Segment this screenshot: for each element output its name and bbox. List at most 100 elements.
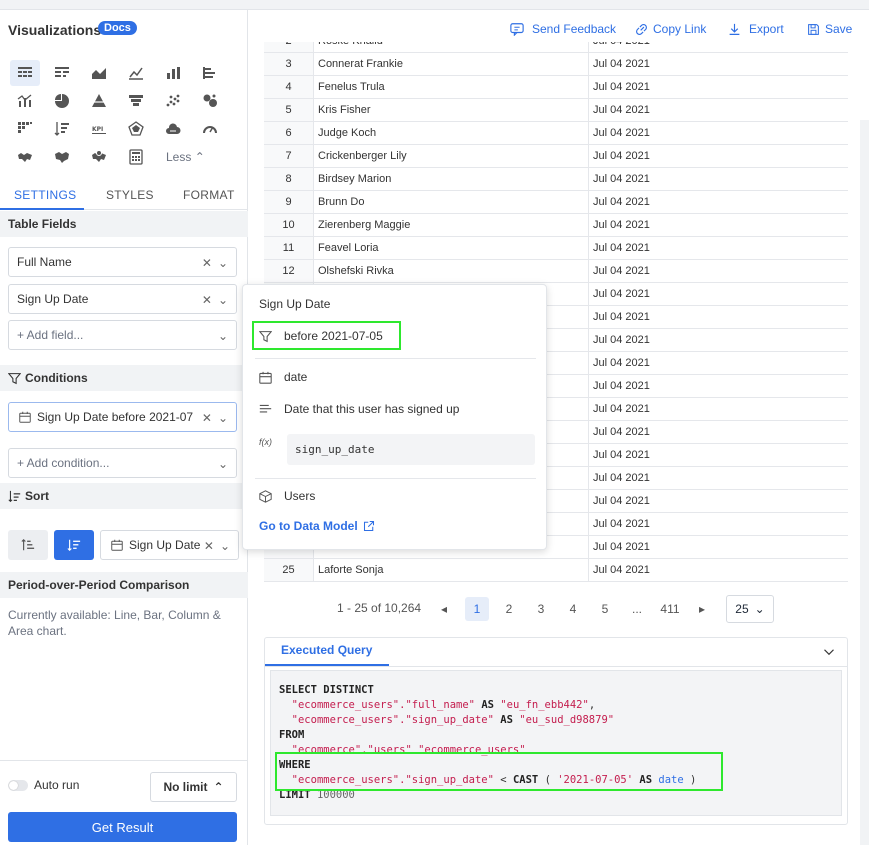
pivot-table-viz-icon[interactable] (10, 116, 40, 142)
popover-description-row: Date that this user has signed up (259, 402, 459, 416)
pop-comparison-note: Currently available: Line, Bar, Column &… (8, 608, 221, 638)
close-icon[interactable]: ✕ (202, 293, 212, 307)
function-icon: f(x) (259, 437, 272, 447)
close-icon[interactable]: ✕ (202, 256, 212, 270)
sort-descending-icon (67, 539, 81, 552)
geo-map-viz-icon[interactable] (47, 144, 77, 170)
row-number: 8 (264, 168, 314, 190)
chevron-down-icon[interactable]: ⌄ (218, 411, 228, 425)
less-label: Less (166, 150, 192, 164)
chevron-down-icon[interactable]: ⌄ (218, 329, 228, 343)
word-cloud-viz-icon[interactable] (158, 116, 188, 142)
save-label: Save (825, 22, 853, 36)
scrollbar[interactable] (860, 120, 869, 845)
pivot-viz-icon[interactable] (47, 60, 77, 86)
full-name-cell: Judge Koch (318, 127, 377, 139)
column-chart-viz-icon[interactable] (158, 60, 188, 86)
field-full-name[interactable]: Full Name ✕ ⌄ (8, 247, 237, 277)
sort-list-viz-icon[interactable] (47, 116, 77, 142)
sign-up-date-cell: Jul 04 2021 (588, 490, 848, 512)
sign-up-date-cell: Jul 04 2021 (588, 99, 848, 121)
sort-ascending-icon (21, 538, 35, 551)
row-number: 9 (264, 191, 314, 213)
conditions-header: Conditions (0, 365, 248, 391)
chevron-down-icon[interactable]: ⌄ (218, 457, 228, 471)
prev-page-icon[interactable]: ◂ (432, 597, 456, 621)
add-condition-input[interactable]: + Add condition... ⌄ (8, 448, 237, 478)
row-number: 12 (264, 260, 314, 282)
field-sign-up-date[interactable]: Sign Up Date ✕ ⌄ (8, 284, 237, 314)
page-3-button[interactable]: 3 (529, 597, 553, 621)
limit-label: No limit (163, 780, 208, 794)
toggle-switch[interactable] (8, 779, 28, 791)
chevron-down-icon[interactable] (823, 646, 835, 658)
sign-up-date-cell: Jul 04 2021 (588, 329, 848, 351)
go-to-data-model-link[interactable]: Go to Data Model (259, 519, 375, 533)
popover-sql-expression: sign_up_date (287, 434, 535, 465)
scatter-viz-icon[interactable] (158, 88, 188, 114)
send-feedback-label: Send Feedback (532, 22, 617, 36)
sign-up-date-cell: Jul 04 2021 (588, 513, 848, 535)
chevron-up-icon: ⌃ (213, 780, 224, 794)
kpi-viz-icon[interactable]: KPI (84, 116, 114, 142)
sort-ascending-button[interactable] (8, 530, 48, 560)
chevron-down-icon[interactable]: ⌄ (218, 293, 228, 307)
funnel-viz-icon[interactable] (121, 88, 151, 114)
close-icon[interactable]: ✕ (204, 539, 214, 553)
page-1-button[interactable]: 1 (465, 597, 489, 621)
tab-settings[interactable]: SETTINGS (14, 188, 76, 202)
auto-run-toggle[interactable]: Auto run (8, 778, 79, 792)
area-chart-viz-icon[interactable] (84, 60, 114, 86)
rows-per-page-label: 25 (735, 602, 749, 616)
radar-viz-icon[interactable] (121, 116, 151, 142)
bubble-viz-icon[interactable] (195, 88, 225, 114)
rows-per-page-select[interactable]: 25 ⌄ (726, 595, 774, 623)
popover-type-row: date (259, 370, 307, 384)
table-fields-label: Table Fields (8, 217, 77, 231)
close-icon[interactable]: ✕ (202, 411, 212, 425)
pop-comparison-label: Period-over-Period Comparison (8, 578, 190, 592)
tab-styles[interactable]: STYLES (106, 188, 154, 202)
page-2-button[interactable]: 2 (497, 597, 521, 621)
text-lines-icon (259, 404, 272, 412)
tab-executed-query[interactable]: Executed Query (281, 643, 372, 657)
metric-sheet-viz-icon[interactable] (121, 144, 151, 170)
point-map-viz-icon[interactable] (84, 144, 114, 170)
calendar-icon (19, 411, 31, 423)
get-result-button[interactable]: Get Result (8, 812, 237, 842)
page-411-button[interactable]: 411 (656, 597, 684, 621)
sort-descending-button[interactable] (54, 530, 94, 560)
send-feedback-button[interactable]: Send Feedback (510, 22, 616, 36)
sort-label: Sort (25, 489, 49, 503)
limit-select[interactable]: No limit ⌃ (150, 772, 237, 802)
next-page-icon[interactable]: ▸ (690, 597, 714, 621)
less-toggle[interactable]: Less ⌃ (166, 150, 205, 164)
pie-chart-viz-icon[interactable] (47, 88, 77, 114)
filter-icon (8, 372, 21, 384)
condition-sign-up-date[interactable]: Sign Up Date before 2021-07 ✕ ⌄ (8, 402, 237, 432)
pyramid-viz-icon[interactable] (84, 88, 114, 114)
table-viz-icon[interactable] (10, 60, 40, 86)
line-chart-viz-icon[interactable] (121, 60, 151, 86)
gauge-viz-icon[interactable] (195, 116, 225, 142)
sign-up-date-cell: Jul 04 2021 (588, 559, 848, 581)
add-field-placeholder: + Add field... (17, 328, 84, 342)
page-4-button[interactable]: 4 (561, 597, 585, 621)
save-button[interactable]: Save (807, 22, 852, 36)
settings-sidebar: Visualizations Docs KPI Less ⌃ SETTINGS … (0, 10, 248, 845)
map-viz-icon[interactable] (10, 144, 40, 170)
sort-field-select[interactable]: Sign Up Date ✕ ⌄ (100, 530, 239, 560)
chevron-down-icon[interactable]: ⌄ (218, 256, 228, 270)
chevron-down-icon[interactable]: ⌄ (220, 539, 230, 553)
add-field-input[interactable]: + Add field... ⌄ (8, 320, 237, 350)
conditions-label: Conditions (25, 371, 88, 385)
copy-link-button[interactable]: Copy Link (635, 22, 706, 36)
export-button[interactable]: Export (728, 22, 784, 36)
docs-badge[interactable]: Docs (98, 21, 137, 35)
tab-format[interactable]: FORMAT (183, 188, 235, 202)
combo-chart-viz-icon[interactable] (10, 88, 40, 114)
page-5-button[interactable]: 5 (593, 597, 617, 621)
row-number: 10 (264, 214, 314, 236)
sql-string: "ecommerce_users" (291, 699, 400, 711)
bar-chart-viz-icon[interactable] (195, 60, 225, 86)
